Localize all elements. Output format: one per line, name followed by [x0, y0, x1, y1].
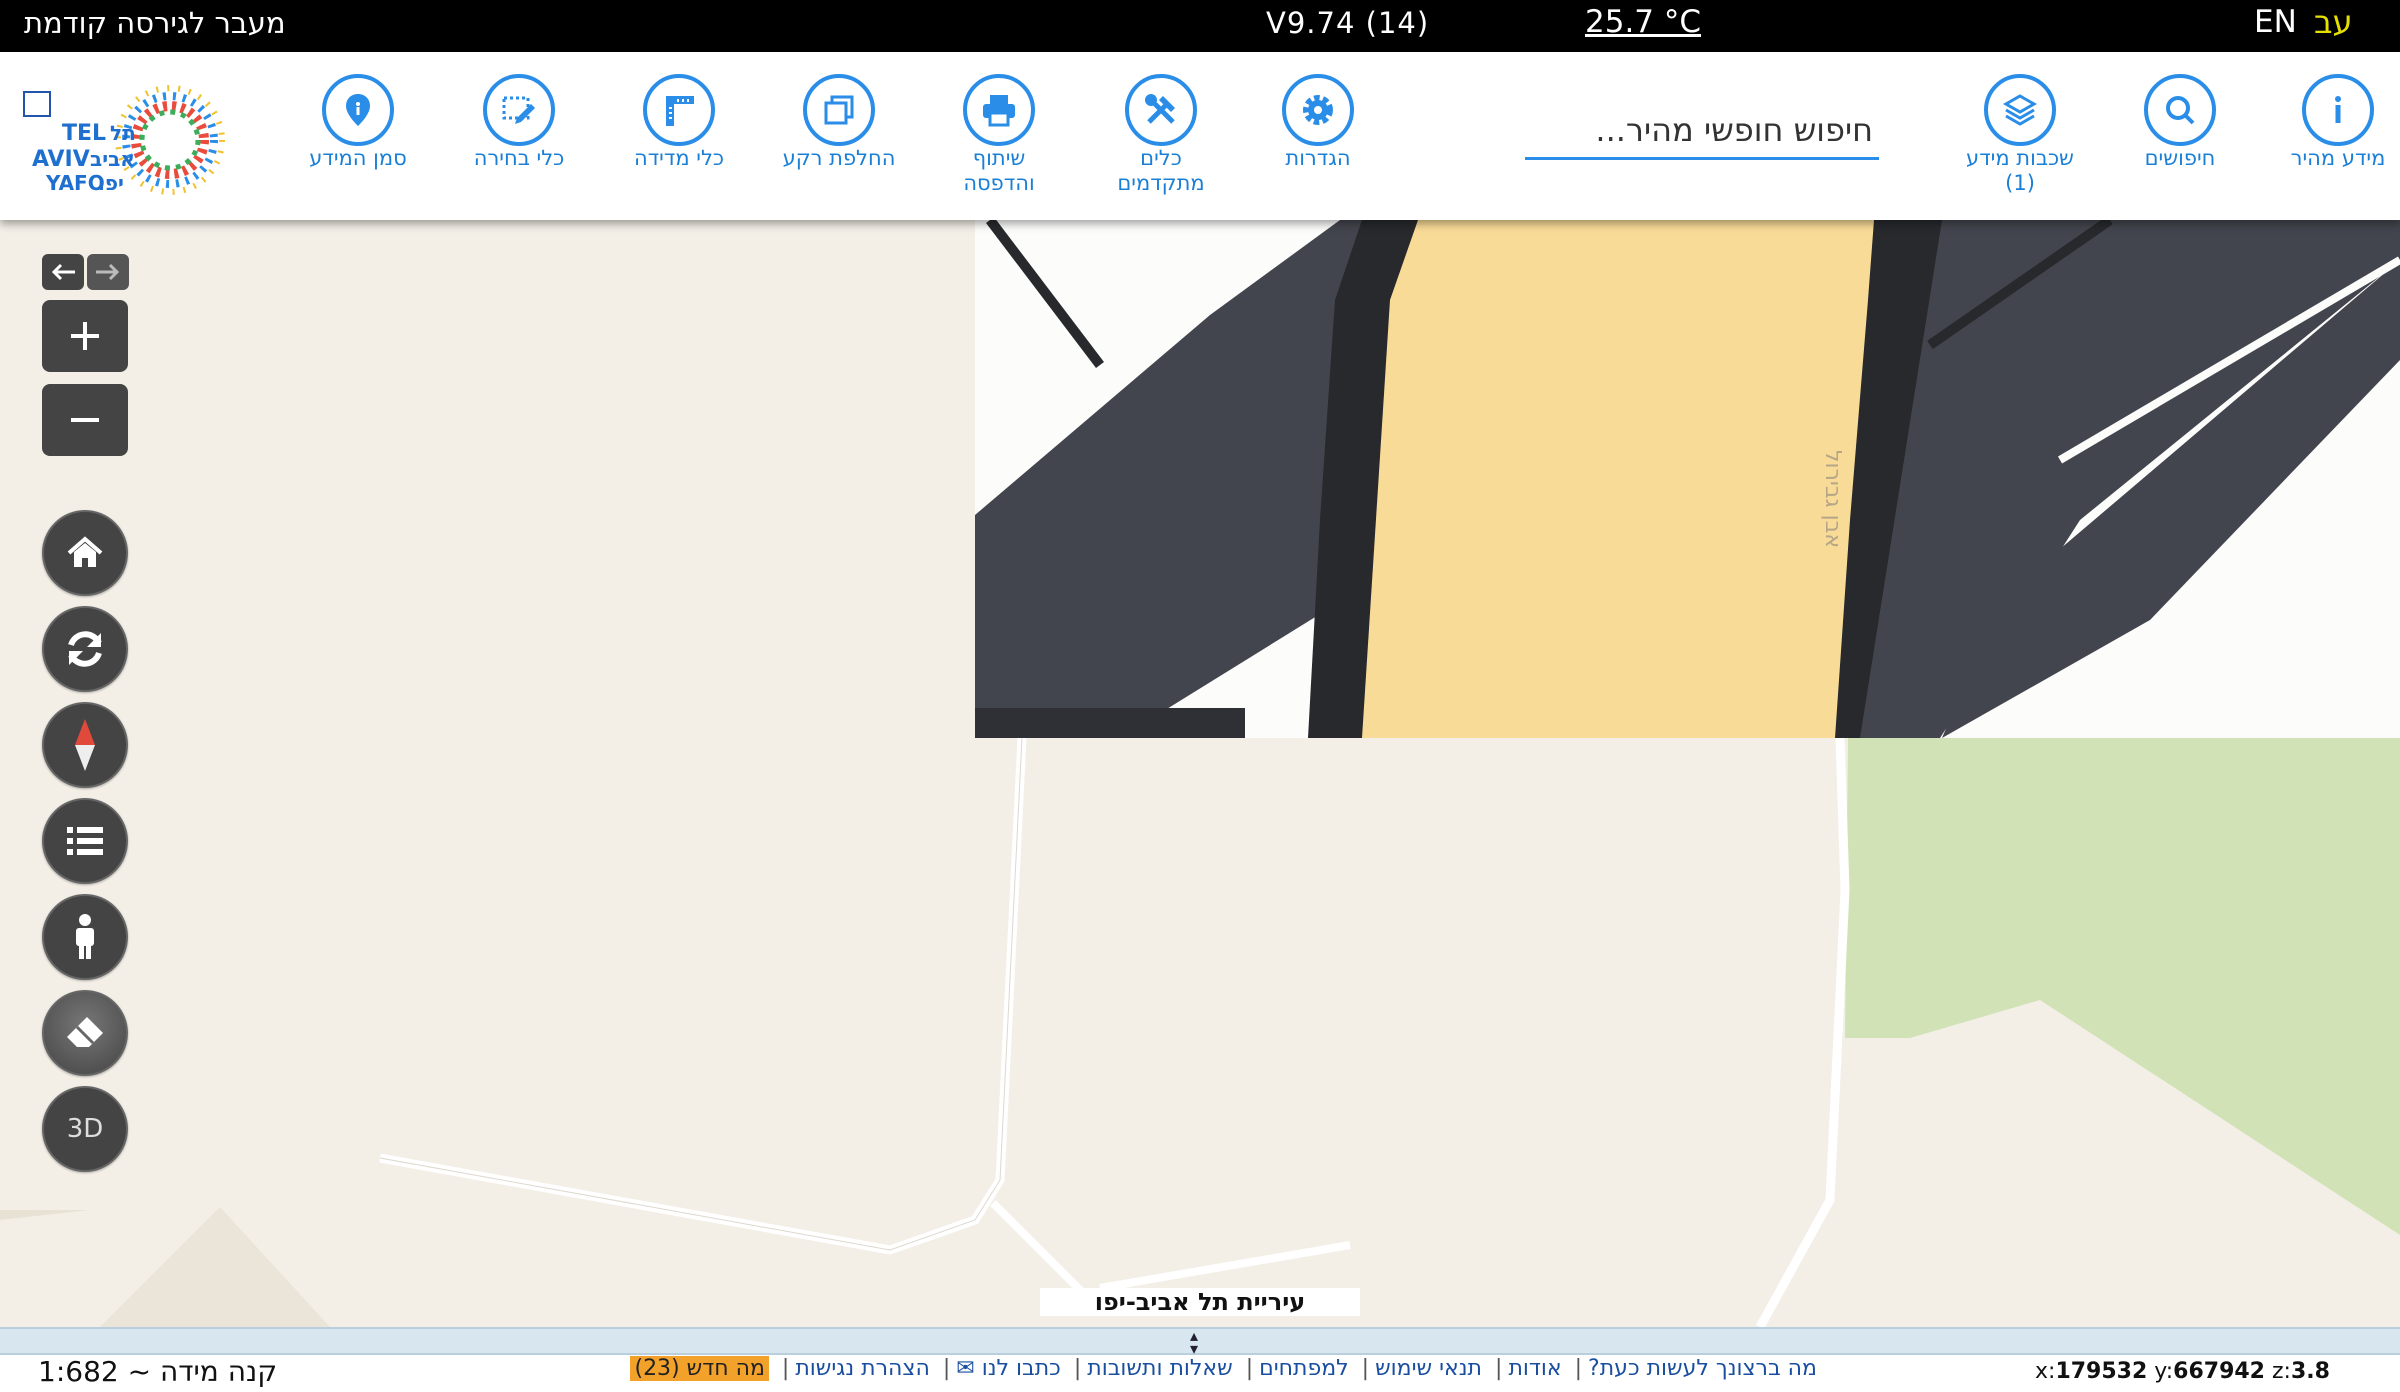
zoom-out-button[interactable]: [42, 384, 128, 456]
language-he-button[interactable]: עב: [2314, 3, 2353, 41]
scale-label: קנה מידה ~ 1:682: [38, 1355, 278, 1388]
footer-link-developers[interactable]: למפתחים: [1259, 1356, 1349, 1381]
refresh-icon: [68, 631, 102, 667]
share-print-button[interactable]: שיתוף והדפסה: [924, 74, 1074, 196]
panel-resize-handle[interactable]: ▴ ▾: [0, 1326, 2400, 1358]
quick-search-input[interactable]: [1525, 102, 1879, 160]
svg-text:אביב: אביב: [90, 147, 135, 171]
gear-icon: [1303, 95, 1333, 125]
search-icon: [2166, 96, 2195, 125]
svg-text:YAFO: YAFO: [45, 171, 105, 195]
basemap-switch-button[interactable]: החלפת רקע: [764, 74, 914, 171]
svg-text:AVIV: AVIV: [32, 147, 90, 172]
footer-link-about[interactable]: אודות: [1508, 1356, 1561, 1381]
tools-icon: [1145, 94, 1175, 124]
version-label: V9.74 (14): [1266, 6, 1430, 40]
list-icon: [67, 827, 103, 855]
map-label-municipality: עיריית תל אביב-יפו: [1040, 1288, 1360, 1316]
footer-bar: קנה מידה ~ 1:682 מה ברצונך לעשות כעת?| א…: [0, 1355, 2400, 1392]
svg-text:תל: תל: [110, 121, 136, 145]
app: מעבר לגירסה קודמת V9.74 (14) 25.7 °C EN …: [0, 0, 2400, 1392]
arrow-left-icon: [51, 263, 75, 281]
coord-x: 179532: [2055, 1359, 2148, 1384]
measure-tool-button[interactable]: כלי מדידה: [604, 74, 754, 171]
back-extent-button[interactable]: [42, 254, 84, 290]
printer-icon: [983, 95, 1015, 127]
previous-version-link[interactable]: מעבר לגירסה קודמת: [24, 6, 286, 40]
north-compass-button[interactable]: [42, 702, 128, 788]
map-pin-icon: [346, 94, 370, 126]
language-en-button[interactable]: EN: [2254, 4, 2297, 40]
info-icon: [2335, 96, 2341, 123]
map-canvas[interactable]: אבן גבירול עיריית תל אביב-יפו: [0, 220, 2400, 1327]
svg-text:יפו: יפו: [98, 171, 124, 195]
whats-new-badge[interactable]: מה חדש (23): [630, 1356, 769, 1381]
footer-link-contact[interactable]: כתבו לנו ✉: [956, 1356, 1061, 1381]
zoom-in-button[interactable]: [42, 300, 128, 372]
settings-button[interactable]: הגדרות: [1243, 74, 1393, 171]
top-bar: מעבר לגירסה קודמת V9.74 (14) 25.7 °C EN …: [0, 0, 2400, 52]
plus-icon: [71, 322, 99, 350]
footer-link-accessibility[interactable]: הצהרת נגישות: [795, 1356, 930, 1381]
svg-text:TEL: TEL: [62, 121, 106, 146]
info-marker-button[interactable]: סמן המידע: [283, 74, 433, 171]
legend-list-button[interactable]: [42, 798, 128, 884]
coord-y: 667942: [2173, 1359, 2265, 1384]
ruler-icon: [666, 96, 694, 126]
main-toolbar: TEL AVIV YAFO תל אביב יפו סמן המידע כלי …: [0, 52, 2400, 220]
selection-pen-icon: [502, 96, 535, 124]
coord-z: 3.8: [2290, 1359, 2330, 1384]
temperature-link[interactable]: 25.7 °C: [1585, 4, 1701, 40]
resize-arrows-icon: ▴ ▾: [1190, 1326, 1199, 1358]
coordinates-readout: x:179532 y:667942 z:3.8: [2035, 1359, 2330, 1384]
layers-count: (1): [2005, 171, 2035, 195]
home-button[interactable]: [42, 510, 128, 596]
eraser-icon: [67, 1017, 103, 1047]
refresh-button[interactable]: [42, 606, 128, 692]
searches-button[interactable]: חיפושים: [2105, 74, 2255, 171]
advanced-tools-button[interactable]: כלים מתקדמים: [1086, 74, 1236, 196]
emblem-icon: [23, 91, 51, 117]
forward-extent-button[interactable]: [87, 254, 129, 290]
street-view-button[interactable]: [42, 894, 128, 980]
svg-text:אבן גבירול: אבן גבירול: [1820, 450, 1845, 548]
footer-link-what-to-do[interactable]: מה ברצונך לעשות כעת?: [1588, 1356, 1817, 1381]
footer-link-terms[interactable]: תנאי שימוש: [1375, 1356, 1482, 1381]
home-icon: [67, 536, 103, 567]
layers-icon: [2002, 94, 2038, 126]
3d-view-button[interactable]: 3D: [42, 1086, 128, 1172]
footer-link-faq[interactable]: שאלות ותשובות: [1087, 1356, 1232, 1381]
raster-tile: אבן גבירול: [975, 220, 2400, 738]
footer-links: מה ברצונך לעשות כעת?| אודות| תנאי שימוש|…: [580, 1356, 1820, 1388]
clear-button[interactable]: [42, 990, 128, 1076]
tel-aviv-logo: TEL AVIV YAFO תל אביב יפו: [22, 78, 252, 198]
layers-button[interactable]: שכבות מידע (1): [1945, 74, 2095, 196]
compass-icon: [75, 719, 95, 771]
select-tool-button[interactable]: כלי בחירה: [444, 74, 594, 171]
arrow-right-icon: [96, 263, 120, 281]
layers-square-icon: [824, 95, 854, 125]
person-icon: [76, 914, 94, 959]
minus-icon: [71, 418, 99, 422]
quick-info-button[interactable]: מידע מהיר: [2263, 74, 2400, 171]
